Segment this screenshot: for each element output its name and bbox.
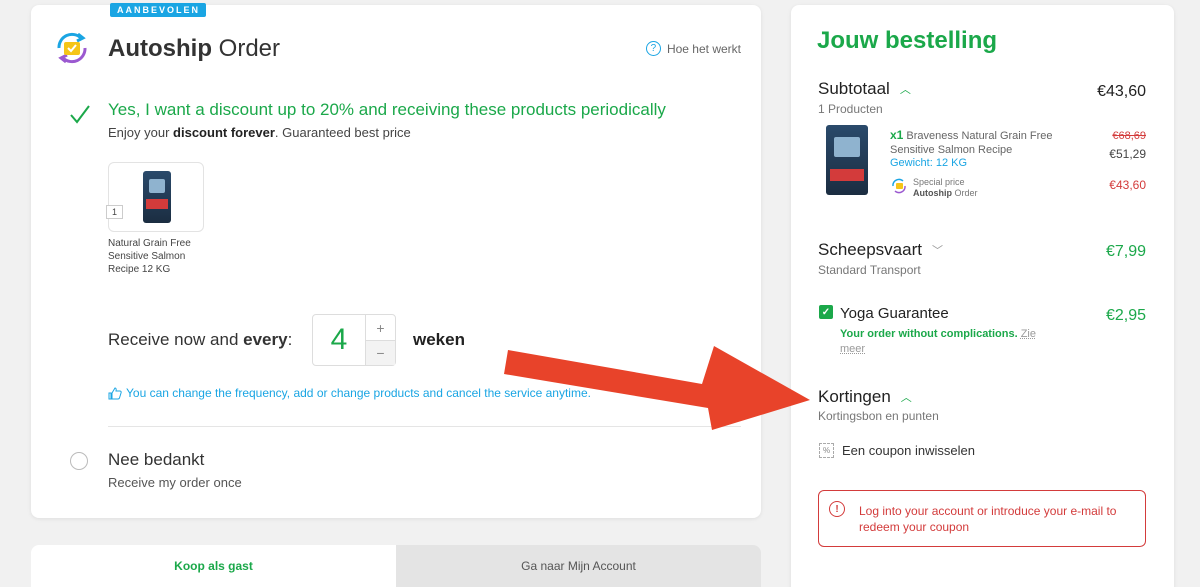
order-title: Jouw bestelling bbox=[817, 27, 998, 54]
divider bbox=[108, 426, 741, 427]
decrement-button[interactable]: − bbox=[366, 340, 395, 365]
order-item-name: x1 Braveness Natural Grain Free Sensitiv… bbox=[890, 128, 1053, 156]
order-item-weight: Gewicht: 12 KG bbox=[890, 157, 968, 169]
autoship-price: €43,60 bbox=[1109, 178, 1146, 192]
checkmark-icon[interactable] bbox=[69, 103, 91, 125]
frequency-stepper[interactable]: 4 + − bbox=[312, 314, 396, 366]
tab-guest[interactable]: Koop als gast bbox=[31, 545, 396, 587]
old-price: €68,69 bbox=[1112, 130, 1146, 142]
thumbs-up-icon bbox=[108, 386, 122, 399]
special-price-label: Special price Autoship Order bbox=[913, 177, 978, 198]
autoship-yes-title[interactable]: Yes, I want a discount up to 20% and rec… bbox=[108, 100, 666, 120]
frequency-label: Receive now and every: bbox=[108, 330, 293, 349]
autoship-title: Autoship Order bbox=[108, 35, 280, 62]
how-it-works-link[interactable]: ? Hoe het werkt bbox=[645, 41, 741, 56]
no-thanks-title[interactable]: Nee bedankt bbox=[108, 450, 204, 470]
shipping-price: €7,99 bbox=[1105, 243, 1146, 260]
product-name: Natural Grain Free Sensitive Salmon Reci… bbox=[108, 238, 191, 275]
tab-my-account[interactable]: Ga naar Mijn Account bbox=[396, 545, 761, 587]
order-summary-card: Jouw bestelling Subtotaal ︿ 1 Producten €… bbox=[791, 5, 1174, 587]
no-thanks-radio[interactable] bbox=[70, 452, 88, 470]
product-image bbox=[143, 171, 171, 223]
regular-price: €51,29 bbox=[1109, 147, 1146, 161]
guarantee-title: Yoga Guarantee bbox=[840, 305, 949, 322]
frequency-unit: weken bbox=[413, 330, 465, 349]
shipping-method: Standard Transport bbox=[818, 263, 921, 277]
question-icon: ? bbox=[645, 41, 661, 56]
subtotal-price: €43,60 bbox=[1097, 83, 1146, 100]
chevron-down-icon: ﹀ bbox=[931, 245, 943, 257]
guarantee-subtitle: Your order without complications. Zie me… bbox=[840, 328, 1036, 355]
autoship-cycle-icon bbox=[57, 32, 87, 64]
autoship-card: AANBEVOLEN Autoship Order ? Hoe het werk… bbox=[31, 3, 761, 518]
guarantee-checkbox[interactable]: ✓ bbox=[819, 305, 833, 319]
chevron-up-icon: ︿ bbox=[899, 84, 911, 96]
coupon-icon: % bbox=[819, 443, 834, 458]
coupon-login-alert: ! Log into your account or introduce you… bbox=[818, 490, 1146, 547]
discounts-toggle[interactable]: Kortingen ︿ bbox=[818, 387, 912, 407]
discounts-subtitle: Kortingsbon en punten bbox=[818, 409, 939, 423]
alert-icon: ! bbox=[829, 501, 845, 517]
subtotal-toggle[interactable]: Subtotaal ︿ bbox=[818, 79, 911, 99]
checkout-tabs: Koop als gast Ga naar Mijn Account bbox=[31, 545, 761, 587]
product-qty-badge: 1 bbox=[106, 205, 123, 219]
subtotal-count: 1 Producten bbox=[818, 102, 883, 116]
increment-button[interactable]: + bbox=[366, 315, 395, 340]
autoship-cycle-icon bbox=[892, 178, 906, 194]
order-item-image bbox=[826, 125, 868, 195]
shipping-toggle[interactable]: Scheepsvaart ﹀ bbox=[818, 240, 943, 260]
guarantee-price: €2,95 bbox=[1105, 307, 1146, 324]
product-thumbnail: 1 bbox=[106, 162, 204, 232]
autoship-note: You can change the frequency, add or cha… bbox=[108, 386, 591, 400]
autoship-yes-subtitle: Enjoy your discount forever. Guaranteed … bbox=[108, 125, 411, 140]
redeem-coupon-link[interactable]: % Een coupon inwisselen bbox=[819, 443, 975, 458]
no-thanks-subtitle: Receive my order once bbox=[108, 475, 242, 490]
chevron-up-icon: ︿ bbox=[900, 392, 912, 404]
frequency-value[interactable]: 4 bbox=[313, 315, 365, 365]
recommended-badge: AANBEVOLEN bbox=[110, 3, 207, 17]
